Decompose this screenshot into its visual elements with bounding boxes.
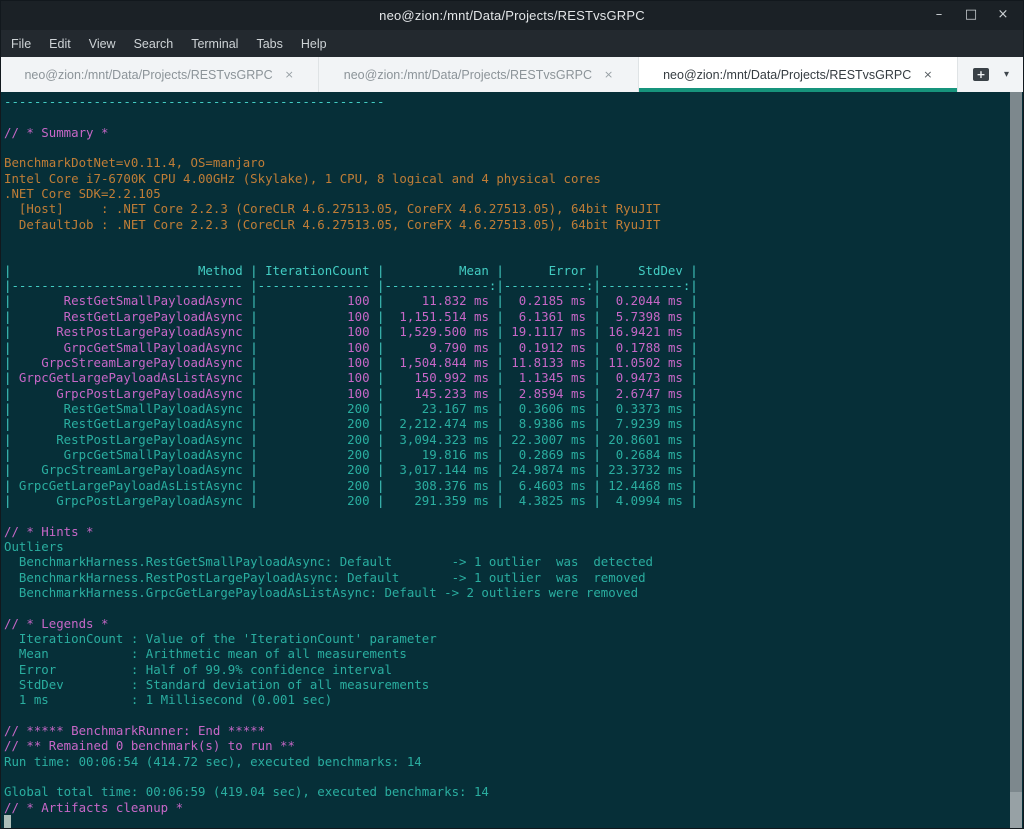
tab-2[interactable]: neo@zion:/mnt/Data/Projects/RESTvsGRPC ×	[319, 57, 638, 92]
terminal-line: BenchmarkHarness.RestGetSmallPayloadAsyn…	[4, 554, 1024, 569]
terminal-cursor	[4, 815, 11, 829]
terminal-line: | RestGetSmallPayloadAsync | 100 | 11.83…	[4, 293, 1024, 308]
terminal-line: // * Artifacts cleanup *	[4, 800, 1024, 815]
window-controls: – □ ×	[926, 0, 1016, 30]
terminal-line: | GrpcPostLargePayloadAsync | 200 | 291.…	[4, 493, 1024, 508]
menu-file[interactable]: File	[2, 33, 40, 55]
terminal-line: Global total time: 00:06:59 (419.04 sec)…	[4, 784, 1024, 799]
menu-tabs[interactable]: Tabs	[247, 33, 291, 55]
tab-2-label: neo@zion:/mnt/Data/Projects/RESTvsGRPC	[344, 68, 592, 82]
terminal-line: | GrpcStreamLargePayloadAsync | 100 | 1,…	[4, 355, 1024, 370]
terminal-line: | GrpcGetSmallPayloadAsync | 100 | 9.790…	[4, 340, 1024, 355]
menu-terminal[interactable]: Terminal	[182, 33, 247, 55]
terminal-line: | RestGetLargePayloadAsync | 200 | 2,212…	[4, 416, 1024, 431]
terminal-window: neo@zion:/mnt/Data/Projects/RESTvsGRPC –…	[0, 0, 1024, 829]
terminal-line: .NET Core SDK=2.2.105	[4, 186, 1024, 201]
terminal-line: BenchmarkHarness.GrpcGetLargePayloadAsLi…	[4, 585, 1024, 600]
tab-1-close-icon[interactable]: ×	[285, 68, 294, 81]
terminal-line	[4, 508, 1024, 523]
terminal-line: | GrpcPostLargePayloadAsync | 100 | 145.…	[4, 386, 1024, 401]
tabbar: neo@zion:/mnt/Data/Projects/RESTvsGRPC ×…	[0, 57, 1024, 92]
scrollbar-thumb[interactable]	[1010, 92, 1022, 792]
terminal-line	[4, 247, 1024, 262]
terminal-line: | GrpcGetLargePayloadAsListAsync | 200 |…	[4, 478, 1024, 493]
window-title: neo@zion:/mnt/Data/Projects/RESTvsGRPC	[379, 8, 645, 23]
terminal-line: Outliers	[4, 539, 1024, 554]
terminal-line: | GrpcGetLargePayloadAsListAsync | 100 |…	[4, 370, 1024, 385]
terminal-line	[4, 708, 1024, 723]
menu-help[interactable]: Help	[292, 33, 336, 55]
tab-1[interactable]: neo@zion:/mnt/Data/Projects/RESTvsGRPC ×	[0, 57, 319, 92]
terminal-line	[4, 769, 1024, 784]
terminal-line: Mean : Arithmetic mean of all measuremen…	[4, 646, 1024, 661]
tab-3-label: neo@zion:/mnt/Data/Projects/RESTvsGRPC	[663, 68, 911, 82]
terminal-line: ----------------------------------------…	[4, 94, 1024, 109]
tab-actions: + ▾	[958, 57, 1024, 92]
terminal-line: | RestPostLargePayloadAsync | 100 | 1,52…	[4, 324, 1024, 339]
terminal-line: Error : Half of 99.9% confidence interva…	[4, 662, 1024, 677]
menubar: File Edit View Search Terminal Tabs Help	[0, 30, 1024, 57]
terminal-line	[4, 600, 1024, 615]
terminal-line: // * Hints *	[4, 524, 1024, 539]
terminal-line: BenchmarkHarness.RestPostLargePayloadAsy…	[4, 570, 1024, 585]
tab-3[interactable]: neo@zion:/mnt/Data/Projects/RESTvsGRPC ×	[639, 57, 958, 92]
terminal-line	[4, 232, 1024, 247]
terminal-line: [Host] : .NET Core 2.2.3 (CoreCLR 4.6.27…	[4, 201, 1024, 216]
tab-3-close-icon[interactable]: ×	[923, 68, 932, 81]
titlebar: neo@zion:/mnt/Data/Projects/RESTvsGRPC –…	[0, 0, 1024, 30]
terminal-line: |------------------------------- |------…	[4, 278, 1024, 293]
terminal-line: BenchmarkDotNet=v0.11.4, OS=manjaro	[4, 155, 1024, 170]
minimize-icon[interactable]: –	[926, 3, 952, 27]
terminal-line: | RestGetLargePayloadAsync | 100 | 1,151…	[4, 309, 1024, 324]
chevron-down-icon[interactable]: ▾	[1004, 69, 1009, 80]
terminal-line: 1 ms : 1 Millisecond (0.001 sec)	[4, 692, 1024, 707]
maximize-icon[interactable]: □	[958, 3, 984, 27]
terminal-line	[4, 109, 1024, 124]
terminal-line: | Method | IterationCount | Mean | Error…	[4, 263, 1024, 278]
terminal-line	[4, 140, 1024, 155]
terminal-line: DefaultJob : .NET Core 2.2.3 (CoreCLR 4.…	[4, 217, 1024, 232]
terminal-output[interactable]: ----------------------------------------…	[0, 92, 1024, 829]
terminal-line: // * Summary *	[4, 125, 1024, 140]
menu-view[interactable]: View	[80, 33, 125, 55]
terminal-line: | RestGetSmallPayloadAsync | 200 | 23.16…	[4, 401, 1024, 416]
terminal-line: // ** Remained 0 benchmark(s) to run **	[4, 738, 1024, 753]
terminal-line: Intel Core i7-6700K CPU 4.00GHz (Skylake…	[4, 171, 1024, 186]
terminal-line: | GrpcGetSmallPayloadAsync | 200 | 19.81…	[4, 447, 1024, 462]
menu-search[interactable]: Search	[125, 33, 183, 55]
terminal-line	[4, 815, 1024, 829]
terminal-line: StdDev : Standard deviation of all measu…	[4, 677, 1024, 692]
menu-edit[interactable]: Edit	[40, 33, 80, 55]
scrollbar-track[interactable]	[1010, 792, 1022, 828]
terminal-line: | RestPostLargePayloadAsync | 200 | 3,09…	[4, 432, 1024, 447]
terminal-line: // * Legends *	[4, 616, 1024, 631]
scrollbar	[1010, 92, 1022, 828]
terminal-line: // ***** BenchmarkRunner: End *****	[4, 723, 1024, 738]
terminal-line: IterationCount : Value of the 'Iteration…	[4, 631, 1024, 646]
tab-2-close-icon[interactable]: ×	[604, 68, 613, 81]
tab-1-label: neo@zion:/mnt/Data/Projects/RESTvsGRPC	[24, 68, 272, 82]
close-icon[interactable]: ×	[990, 3, 1016, 27]
new-tab-icon[interactable]: +	[973, 68, 989, 81]
terminal-line: | GrpcStreamLargePayloadAsync | 200 | 3,…	[4, 462, 1024, 477]
terminal-line: Run time: 00:06:54 (414.72 sec), execute…	[4, 754, 1024, 769]
